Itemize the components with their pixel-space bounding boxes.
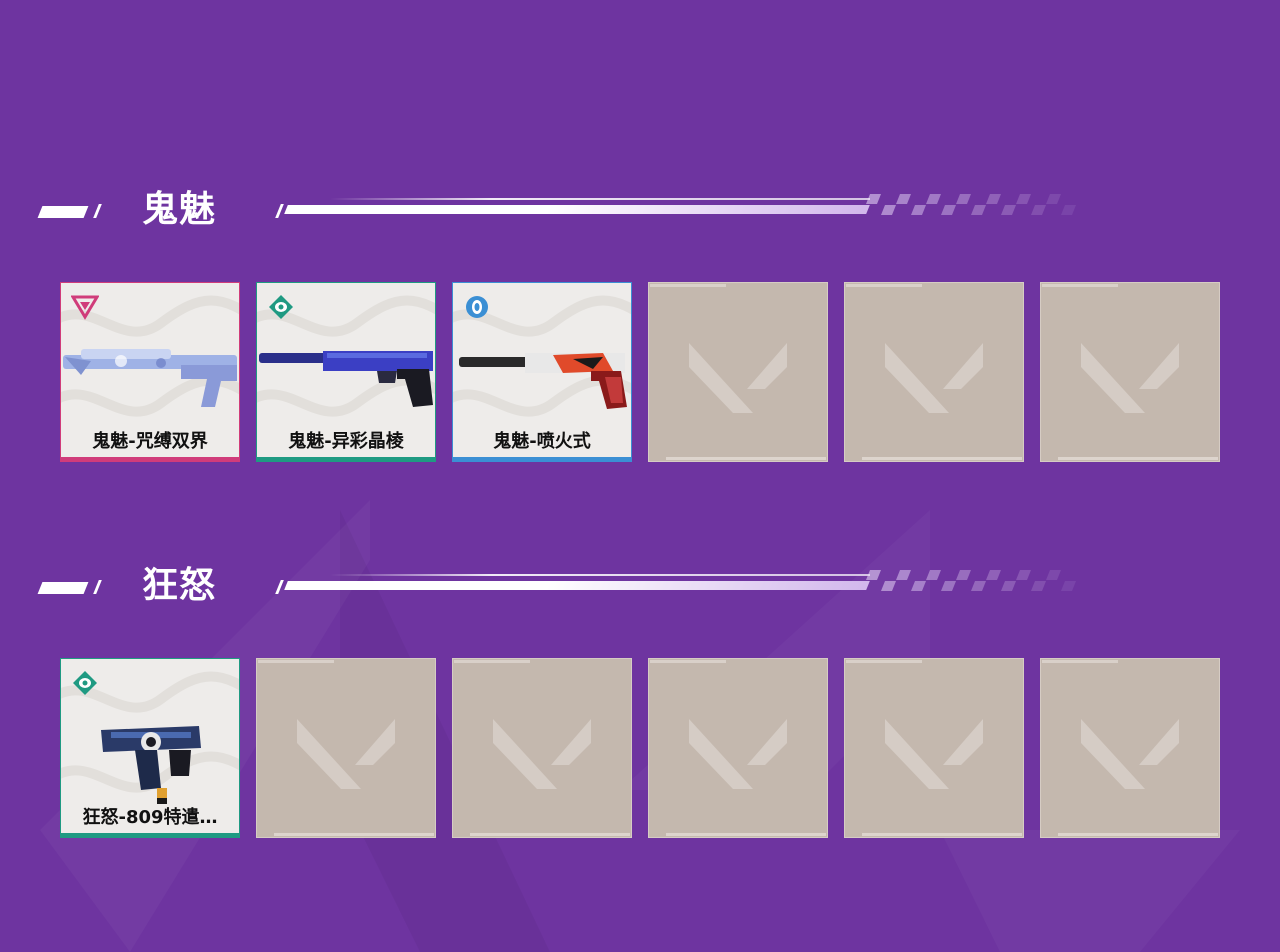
ghost-pistol-icon [259, 351, 433, 407]
empty-slot[interactable] [648, 658, 828, 838]
empty-slot[interactable] [844, 282, 1024, 462]
premium-diamond-icon [269, 295, 293, 319]
skin-name: 鬼魅-喷火式 [493, 431, 591, 452]
ghost-pistol-icon [459, 353, 627, 409]
frenzy-pistol-icon [101, 726, 201, 804]
header-dash [37, 206, 89, 218]
empty-slot[interactable] [1040, 658, 1220, 838]
slot-edge [258, 660, 334, 663]
valorant-logo-icon [1081, 343, 1179, 413]
header-line-thick [284, 205, 870, 214]
header-checker-pattern [866, 194, 1076, 215]
slot-edge [1042, 284, 1118, 287]
empty-slot[interactable] [256, 658, 436, 838]
valorant-logo-icon [885, 719, 983, 789]
skin-name: 鬼魅-异彩晶棱 [288, 431, 404, 452]
skin-name: 鬼魅-咒缚双界 [92, 431, 208, 452]
valorant-logo-icon [885, 343, 983, 413]
section-header: 鬼魅 [0, 189, 1280, 232]
header-slash [275, 204, 284, 218]
slot-edge [666, 457, 826, 460]
slot-edge [470, 833, 630, 836]
ghost-pistol-icon [63, 349, 237, 407]
slot-edge [862, 457, 1022, 460]
slot-edge [1042, 660, 1118, 663]
section-frenzy: 狂怒 狂怒-809特遣… [0, 565, 1280, 838]
valorant-logo-icon [297, 719, 395, 789]
premium-diamond-icon [73, 671, 97, 695]
slot-edge [650, 660, 726, 663]
empty-slot[interactable] [452, 658, 632, 838]
skin-name: 狂怒-809特遣… [82, 807, 218, 828]
header-line-thick [284, 581, 870, 590]
skin-card[interactable]: 狂怒-809特遣… [60, 658, 240, 838]
slot-edge [650, 284, 726, 287]
rarity-bar [453, 457, 631, 461]
skin-card[interactable]: 鬼魅-异彩晶棱 [256, 282, 436, 462]
skin-card[interactable]: 鬼魅-咒缚双界 [60, 282, 240, 462]
slot-edge [1058, 833, 1218, 836]
rarity-bar [257, 457, 435, 461]
header-line-thin [330, 574, 870, 576]
header-slash [93, 580, 102, 594]
empty-slot[interactable] [844, 658, 1024, 838]
slot-edge [862, 833, 1022, 836]
slot-edge [454, 660, 530, 663]
rarity-bar [61, 833, 239, 837]
slot-edge [1058, 457, 1218, 460]
section-ghost: 鬼魅 鬼魅-咒缚双界 鬼魅-异彩晶棱 鬼魅-喷火式 [0, 189, 1280, 462]
header-slash [275, 580, 284, 594]
valorant-logo-icon [689, 343, 787, 413]
header-slash [93, 204, 102, 218]
slot-edge [666, 833, 826, 836]
valorant-logo-icon [689, 719, 787, 789]
slot-edge [846, 284, 922, 287]
empty-slot[interactable] [648, 282, 828, 462]
select-ring-icon [466, 296, 488, 318]
section-title: 狂怒 [142, 565, 217, 606]
slot-edge [846, 660, 922, 663]
slot-edge [274, 833, 434, 836]
header-dash [37, 582, 89, 594]
section-header: 狂怒 [0, 565, 1280, 608]
header-line-thin [330, 198, 870, 200]
empty-slot[interactable] [1040, 282, 1220, 462]
valorant-logo-icon [1081, 719, 1179, 789]
rarity-bar [61, 457, 239, 461]
valorant-logo-icon [493, 719, 591, 789]
exclusive-triangle-icon [71, 295, 99, 320]
header-checker-pattern [866, 570, 1076, 591]
skin-card[interactable]: 鬼魅-喷火式 [452, 282, 632, 462]
section-title: 鬼魅 [142, 189, 217, 230]
